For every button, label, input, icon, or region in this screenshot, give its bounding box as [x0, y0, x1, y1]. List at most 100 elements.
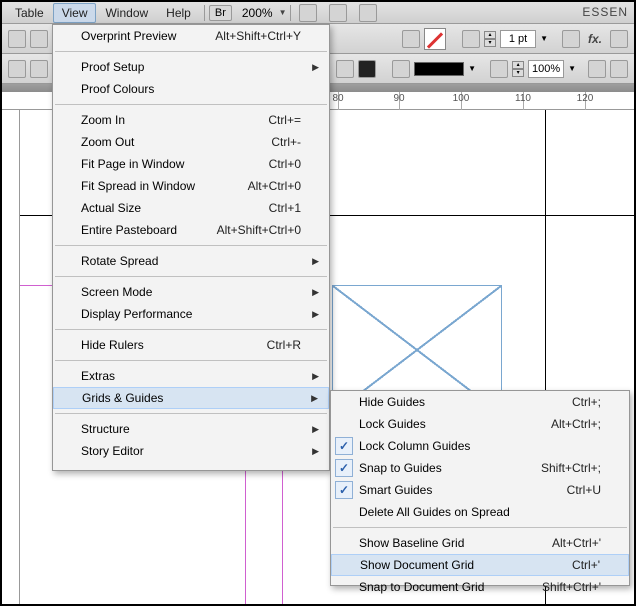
menu-shortcut: Ctrl+-: [271, 135, 301, 149]
menu-separator: [333, 527, 627, 528]
tool-icon[interactable]: [8, 60, 26, 78]
menu-item-label: Extras: [81, 369, 115, 383]
menu-item[interactable]: Extras ▶: [53, 365, 329, 387]
ruler-tick-label: 80: [332, 93, 343, 104]
menu-item[interactable]: Grids & Guides▶: [53, 387, 329, 409]
stroke-proxy-icon[interactable]: [336, 60, 354, 78]
menu-item[interactable]: Hide RulersCtrl+R: [53, 334, 329, 356]
menu-item[interactable]: Snap to Document Grid Shift+Ctrl+': [331, 576, 629, 598]
menu-separator: [55, 360, 327, 361]
vertical-ruler[interactable]: [2, 110, 20, 604]
opacity-stepper[interactable]: ▴▾: [512, 61, 524, 77]
menu-window[interactable]: Window: [96, 3, 157, 23]
submenu-arrow-icon: ▶: [312, 62, 319, 73]
menu-view[interactable]: View: [53, 3, 97, 23]
submenu-arrow-icon: ▶: [312, 371, 319, 382]
menu-item-label: Lock Guides: [359, 417, 426, 431]
opacity-icon: [490, 60, 508, 78]
menu-separator: [55, 104, 327, 105]
menu-table[interactable]: Table: [6, 3, 53, 23]
menu-item-label: Fit Page in Window: [81, 157, 184, 171]
check-icon: ✓: [335, 481, 353, 499]
menu-item[interactable]: Proof Setup▶: [53, 56, 329, 78]
fx-button[interactable]: fx.: [584, 32, 606, 46]
menu-item[interactable]: Show Baseline Grid Alt+Ctrl+': [331, 532, 629, 554]
tool-icon[interactable]: [610, 30, 628, 48]
grids-guides-submenu: Hide GuidesCtrl+;Lock GuidesAlt+Ctrl+;✓L…: [330, 390, 630, 586]
menu-item[interactable]: Hide GuidesCtrl+;: [331, 391, 629, 413]
screen-mode-icon[interactable]: [329, 4, 347, 22]
stroke-style-dropdown[interactable]: [414, 62, 464, 76]
menu-item-label: Rotate Spread: [81, 254, 158, 268]
menu-item[interactable]: Rotate Spread ▶: [53, 250, 329, 272]
menu-item[interactable]: ✓ Snap to Guides Shift+Ctrl+;: [331, 457, 629, 479]
menu-item-label: Hide Rulers: [81, 338, 144, 352]
menu-shortcut: Ctrl+U: [567, 483, 601, 497]
menu-item[interactable]: Actual Size Ctrl+1: [53, 197, 329, 219]
view-options-icon[interactable]: [299, 4, 317, 22]
menu-shortcut: Shift+Ctrl+': [542, 580, 601, 594]
apply-color-icon[interactable]: [358, 60, 376, 78]
menu-item-label: Actual Size: [81, 201, 141, 215]
menu-shortcut: Alt+Shift+Ctrl+Y: [215, 29, 301, 43]
menubar-sep: [290, 5, 291, 21]
menu-help[interactable]: Help: [157, 3, 200, 23]
dropdown-icon[interactable]: ▼: [540, 34, 548, 43]
menu-item[interactable]: Screen Mode▶: [53, 281, 329, 303]
menu-item-label: Grids & Guides: [82, 391, 163, 405]
menu-item[interactable]: ✓Lock Column Guides: [331, 435, 629, 457]
menu-item[interactable]: Show Document GridCtrl+': [331, 554, 629, 576]
menu-shortcut: Alt+Ctrl+0: [248, 179, 301, 193]
stroke-weight-input[interactable]: [500, 30, 536, 48]
menu-item-label: Zoom In: [81, 113, 125, 127]
menu-item-label: Snap to Guides: [359, 461, 442, 475]
zoom-level[interactable]: 200%: [242, 6, 273, 20]
arrange-icon[interactable]: [359, 4, 377, 22]
menu-item[interactable]: Overprint PreviewAlt+Shift+Ctrl+Y: [53, 25, 329, 47]
menu-item[interactable]: Structure▶: [53, 418, 329, 440]
menu-item-label: Show Baseline Grid: [359, 536, 464, 550]
zoom-dropdown-icon[interactable]: ▼: [279, 8, 287, 17]
menu-shortcut: Ctrl+=: [268, 113, 301, 127]
menu-item-label: Snap to Document Grid: [359, 580, 484, 594]
tool-icon[interactable]: [588, 60, 606, 78]
tool-icon[interactable]: [610, 60, 628, 78]
menu-item[interactable]: Zoom In Ctrl+=: [53, 109, 329, 131]
menu-item[interactable]: Fit Spread in WindowAlt+Ctrl+0: [53, 175, 329, 197]
stroke-stepper[interactable]: ▴▾: [484, 31, 496, 47]
bridge-button[interactable]: Br: [209, 5, 232, 21]
menu-item[interactable]: Proof Colours: [53, 78, 329, 100]
menu-shortcut: Ctrl+1: [269, 201, 301, 215]
menu-item[interactable]: Display Performance▶: [53, 303, 329, 325]
check-icon: ✓: [335, 437, 353, 455]
menu-item[interactable]: Fit Page in WindowCtrl+0: [53, 153, 329, 175]
opacity-input[interactable]: [528, 60, 564, 78]
fill-proxy-icon[interactable]: [402, 30, 420, 48]
menu-item[interactable]: Delete All Guides on Spread: [331, 501, 629, 523]
check-icon: ✓: [335, 459, 353, 477]
effects-icon[interactable]: [562, 30, 580, 48]
menu-item[interactable]: ✓Smart GuidesCtrl+U: [331, 479, 629, 501]
menu-item-label: Structure: [81, 422, 130, 436]
menu-item[interactable]: Entire PasteboardAlt+Shift+Ctrl+0: [53, 219, 329, 241]
dropdown-icon[interactable]: ▼: [468, 64, 476, 73]
menu-item-label: Entire Pasteboard: [81, 223, 177, 237]
ruler-tick-label: 100: [453, 93, 470, 104]
menu-shortcut: Ctrl+;: [572, 395, 601, 409]
menu-shortcut: Alt+Ctrl+': [552, 536, 601, 550]
menu-shortcut: Ctrl+': [572, 558, 600, 572]
menu-shortcut: Shift+Ctrl+;: [541, 461, 601, 475]
tool-icon[interactable]: [30, 30, 48, 48]
menu-separator: [55, 413, 327, 414]
tool-icon[interactable]: [30, 60, 48, 78]
dropdown-icon[interactable]: ▼: [568, 64, 576, 73]
view-menu: Overprint PreviewAlt+Shift+Ctrl+Y Proof S…: [52, 24, 330, 471]
no-fill-swatch[interactable]: [424, 28, 446, 50]
menu-item[interactable]: Lock Guides Alt+Ctrl+;: [331, 413, 629, 435]
menu-shortcut: Alt+Ctrl+;: [551, 417, 601, 431]
submenu-arrow-icon: ▶: [312, 256, 319, 267]
menu-item[interactable]: Story Editor▶: [53, 440, 329, 462]
menu-item-label: Display Performance: [81, 307, 192, 321]
tool-icon[interactable]: [8, 30, 26, 48]
menu-item[interactable]: Zoom OutCtrl+-: [53, 131, 329, 153]
